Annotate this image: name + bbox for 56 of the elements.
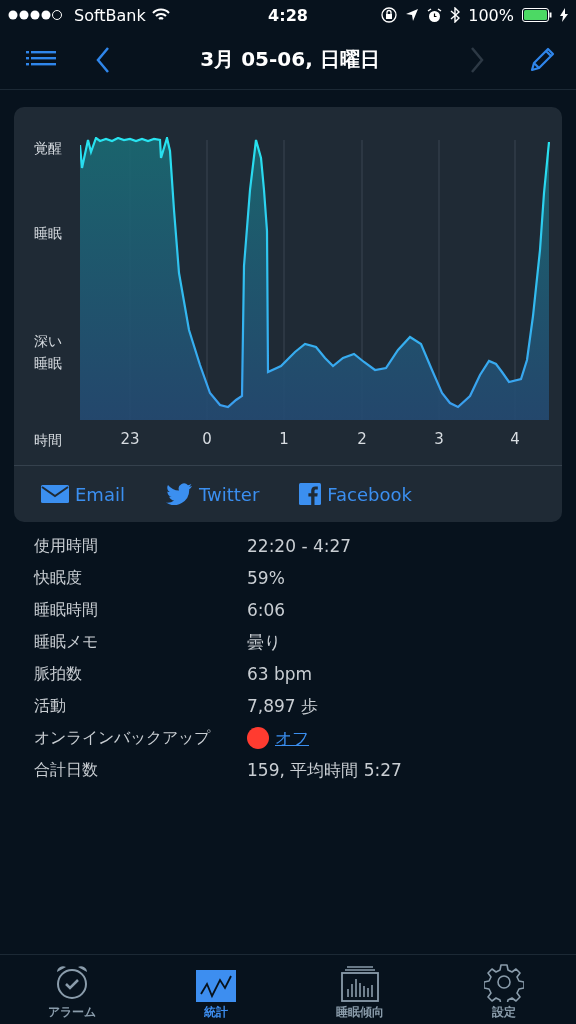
stat-value: 159, 平均時間 5:27 xyxy=(247,758,402,782)
battery-icon xyxy=(522,8,552,22)
axis-label: 覚醒 xyxy=(34,139,62,158)
charging-bolt-icon xyxy=(560,8,568,22)
pencil-icon[interactable] xyxy=(528,45,556,74)
axis-label: 睡眠 xyxy=(34,224,62,243)
gear-icon xyxy=(484,962,524,1002)
tab-label: 設定 xyxy=(492,1004,516,1021)
stat-label: 活動 xyxy=(34,695,67,717)
axis-label: 3 xyxy=(434,430,444,448)
facebook-icon xyxy=(299,483,322,505)
stat-label: 快眠度 xyxy=(34,567,83,589)
carrier-name: SoftBank xyxy=(74,5,146,25)
axis-label: 2 xyxy=(357,430,367,448)
axis-label: 1 xyxy=(279,430,289,448)
stat-label: 睡眠時間 xyxy=(34,599,99,621)
alarm-clock-icon xyxy=(427,7,443,23)
date-title: 3月 05-06, 日曜日 xyxy=(199,46,381,73)
stat-label: オンラインバックアップ xyxy=(34,727,212,749)
tab-label: 睡眠傾向 xyxy=(336,1004,384,1021)
axis-label: 深い睡眠 xyxy=(34,332,62,373)
orientation-lock-icon xyxy=(381,7,398,23)
stat-value: 22:20 - 4:27 xyxy=(247,536,352,556)
facebook-share-button[interactable]: Facebook xyxy=(299,483,412,505)
back-chevron-icon[interactable] xyxy=(96,46,110,73)
stat-value: 6:06 xyxy=(247,600,286,620)
battery-percent: 100% xyxy=(468,5,514,25)
stat-label: 睡眠メモ xyxy=(34,631,99,653)
stat-value: 63 bpm xyxy=(247,664,313,684)
axis-label: 4 xyxy=(510,430,520,448)
email-share-button[interactable]: Email xyxy=(41,483,125,505)
stat-value: 59% xyxy=(247,568,285,588)
bird-icon xyxy=(164,483,193,505)
axis-label: 0 xyxy=(202,430,212,448)
axis-title: 時間 xyxy=(33,432,63,450)
bar-chart-icon xyxy=(340,966,380,1002)
stat-value: 曇り xyxy=(247,630,281,654)
mail-icon xyxy=(41,484,69,504)
line-graph-icon xyxy=(196,970,236,1002)
stat-label: 脈拍数 xyxy=(34,663,83,685)
location-arrow-icon xyxy=(405,8,420,22)
backup-link[interactable]: オフ xyxy=(275,726,309,750)
tab-item[interactable]: 統計 xyxy=(144,955,288,1024)
stat-label: 使用時間 xyxy=(34,535,99,557)
tab-item[interactable]: アラーム xyxy=(0,955,144,1024)
tab-label: アラーム xyxy=(48,1004,96,1021)
stat-label: 合計日数 xyxy=(34,759,99,781)
tab-item[interactable]: 設定 xyxy=(432,955,576,1024)
tab-item[interactable]: 睡眠傾向 xyxy=(288,955,432,1024)
stat-value: 7,897 歩 xyxy=(247,694,319,718)
axis-label: 23 xyxy=(120,430,140,448)
bluetooth-icon xyxy=(450,7,461,23)
tab-label: 統計 xyxy=(204,1004,228,1021)
twitter-share-button[interactable]: Twitter xyxy=(164,483,260,505)
clock-time: 4:28 xyxy=(268,5,308,25)
wifi-icon xyxy=(151,8,170,22)
